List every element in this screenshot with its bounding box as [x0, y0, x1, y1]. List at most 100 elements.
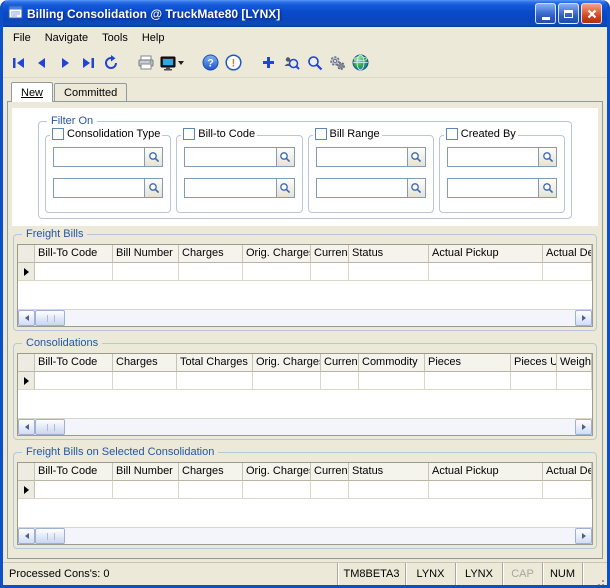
screen-view-button[interactable] [157, 51, 187, 75]
column-header[interactable]: Status [349, 245, 429, 263]
grid-cell[interactable] [35, 372, 113, 390]
filter-text-input-1[interactable] [317, 148, 407, 166]
close-button[interactable] [581, 3, 602, 24]
tab-committed[interactable]: Committed [54, 83, 127, 101]
column-header[interactable]: Pieces Units [511, 354, 557, 372]
lookup-button-2[interactable] [144, 179, 162, 197]
grid-cell[interactable] [113, 263, 179, 281]
column-header[interactable]: Actual Delive [543, 245, 592, 263]
filter-text-input-1[interactable] [448, 148, 538, 166]
resize-grip[interactable] [602, 580, 604, 582]
grid-cell[interactable] [359, 372, 425, 390]
grid-cell[interactable] [349, 263, 429, 281]
horizontal-scrollbar[interactable] [18, 418, 592, 435]
column-header[interactable]: Orig. Charges [243, 245, 311, 263]
grid-cell[interactable] [429, 263, 543, 281]
column-header[interactable]: Status [349, 463, 429, 481]
menu-item[interactable]: File [6, 29, 38, 47]
grid-cell[interactable] [543, 263, 592, 281]
add-button[interactable] [257, 51, 280, 75]
scroll-right-button[interactable] [575, 419, 592, 435]
scrollbar-thumb[interactable] [35, 310, 65, 326]
grid-cell[interactable] [35, 481, 113, 499]
scrollbar-thumb[interactable] [35, 528, 65, 544]
filter-checkbox[interactable] [183, 128, 195, 140]
filter-text-input-2[interactable] [185, 179, 275, 197]
filter-checkbox[interactable] [52, 128, 64, 140]
grid-cell[interactable] [35, 263, 113, 281]
column-header[interactable]: Bill Number [113, 245, 179, 263]
filter-checkbox[interactable] [315, 128, 327, 140]
column-header[interactable]: Bill Number [113, 463, 179, 481]
last-record-button[interactable] [76, 51, 99, 75]
menu-item[interactable]: Tools [95, 29, 135, 47]
grid-cell[interactable] [113, 481, 179, 499]
scroll-left-button[interactable] [18, 419, 35, 435]
help-button[interactable]: ? [199, 51, 222, 75]
grid-cell[interactable] [321, 372, 359, 390]
lookup-button-1[interactable] [538, 148, 556, 166]
lookup-button-2[interactable] [538, 179, 556, 197]
maximize-button[interactable] [558, 3, 579, 24]
scrollbar-track[interactable] [65, 419, 575, 435]
column-header[interactable]: Currency [311, 245, 349, 263]
column-header[interactable]: Charges [179, 245, 243, 263]
grid-cell[interactable] [557, 372, 592, 390]
horizontal-scrollbar[interactable] [18, 527, 592, 544]
print-button[interactable] [134, 51, 157, 75]
column-header[interactable]: Weight [557, 354, 592, 372]
web-button[interactable] [349, 51, 372, 75]
lookup-button-1[interactable] [276, 148, 294, 166]
grid-cell[interactable] [243, 263, 311, 281]
scroll-right-button[interactable] [575, 528, 592, 544]
column-header[interactable]: Bill-To Code [35, 354, 113, 372]
scrollbar-track[interactable] [65, 310, 575, 326]
grid-cell[interactable] [177, 372, 253, 390]
about-button[interactable]: ! [222, 51, 245, 75]
next-record-button[interactable] [53, 51, 76, 75]
search-button[interactable] [303, 51, 326, 75]
column-header[interactable]: Charges [113, 354, 177, 372]
filter-text-input-1[interactable] [54, 148, 144, 166]
scroll-left-button[interactable] [18, 528, 35, 544]
grid-cell[interactable] [311, 481, 349, 499]
row-selector-cell[interactable] [18, 481, 35, 499]
grid-cell[interactable] [179, 481, 243, 499]
grid-cell[interactable] [311, 263, 349, 281]
lookup-button-1[interactable] [407, 148, 425, 166]
filter-text-input-2[interactable] [448, 179, 538, 197]
grid-cell[interactable] [429, 481, 543, 499]
filter-text-input-2[interactable] [317, 179, 407, 197]
column-header[interactable]: Actual Pickup [429, 463, 543, 481]
column-header[interactable]: Orig. Charges [243, 463, 311, 481]
column-header[interactable]: Bill-To Code [35, 245, 113, 263]
find-customer-button[interactable] [280, 51, 303, 75]
column-header[interactable]: Total Charges [177, 354, 253, 372]
column-header[interactable]: Currency [311, 463, 349, 481]
grid-cell[interactable] [543, 481, 592, 499]
row-selector-cell[interactable] [18, 372, 35, 390]
prior-record-button[interactable] [30, 51, 53, 75]
column-header[interactable]: Commodity [359, 354, 425, 372]
grid-cell[interactable] [113, 372, 177, 390]
menu-item[interactable]: Navigate [38, 29, 95, 47]
lookup-button-2[interactable] [407, 179, 425, 197]
minimize-button[interactable] [535, 3, 556, 24]
grid-cell[interactable] [179, 263, 243, 281]
column-header[interactable]: Orig. Charges [253, 354, 321, 372]
row-selector-cell[interactable] [18, 263, 35, 281]
column-header[interactable]: Actual Pickup [429, 245, 543, 263]
menu-item[interactable]: Help [135, 29, 172, 47]
lookup-button-2[interactable] [276, 179, 294, 197]
column-header[interactable]: Pieces [425, 354, 511, 372]
grid-cell[interactable] [349, 481, 429, 499]
column-header[interactable]: Currency [321, 354, 359, 372]
scroll-right-button[interactable] [575, 310, 592, 326]
grid-cell[interactable] [511, 372, 557, 390]
scroll-left-button[interactable] [18, 310, 35, 326]
scrollbar-track[interactable] [65, 528, 575, 544]
column-header[interactable]: Actual Delive [543, 463, 592, 481]
refresh-button[interactable] [99, 51, 122, 75]
column-header[interactable]: Bill-To Code [35, 463, 113, 481]
first-record-button[interactable] [7, 51, 30, 75]
